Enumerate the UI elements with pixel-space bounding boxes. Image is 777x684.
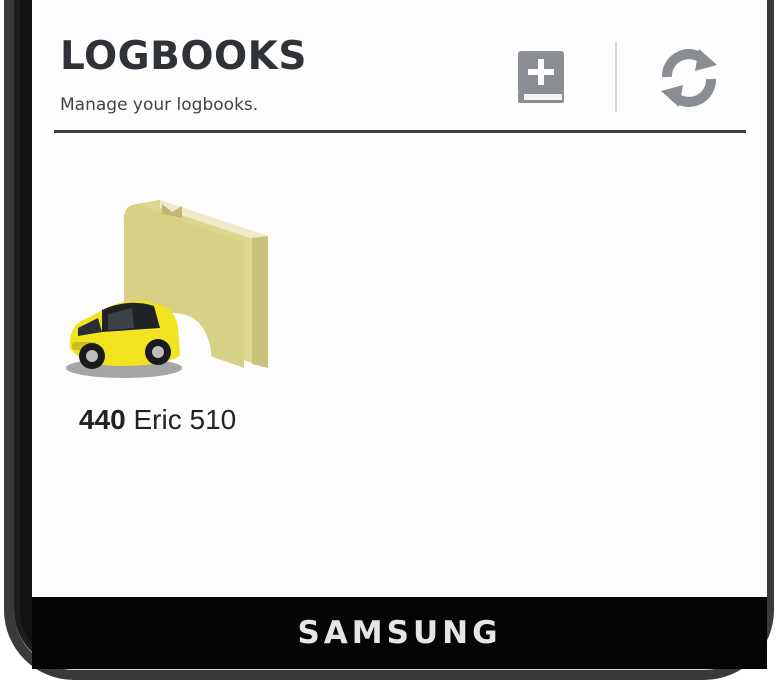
car-logbook-icon bbox=[66, 200, 268, 378]
header: LOGBOOKS Manage your logbooks. bbox=[32, 0, 767, 136]
refresh-button[interactable] bbox=[657, 47, 721, 109]
header-divider bbox=[54, 130, 746, 133]
logbook-number: 440 bbox=[79, 404, 126, 435]
logbook-name: Eric 510 bbox=[133, 404, 237, 435]
add-logbook-button[interactable] bbox=[512, 47, 568, 107]
device-brand-bar: SAMSUNG bbox=[32, 597, 767, 669]
logbook-item[interactable]: 440 Eric 510 bbox=[62, 196, 292, 456]
page-subtitle: Manage your logbooks. bbox=[60, 95, 259, 115]
toolbar-separator bbox=[615, 42, 617, 112]
refresh-icon bbox=[661, 49, 717, 107]
logbook-label: 440 Eric 510 bbox=[79, 404, 236, 436]
page-title: LOGBOOKS bbox=[60, 34, 307, 79]
app-screen: LOGBOOKS Manage your logbooks. 440 Eric … bbox=[32, 0, 767, 597]
add-book-icon bbox=[518, 51, 564, 103]
device-brand: SAMSUNG bbox=[297, 615, 502, 651]
